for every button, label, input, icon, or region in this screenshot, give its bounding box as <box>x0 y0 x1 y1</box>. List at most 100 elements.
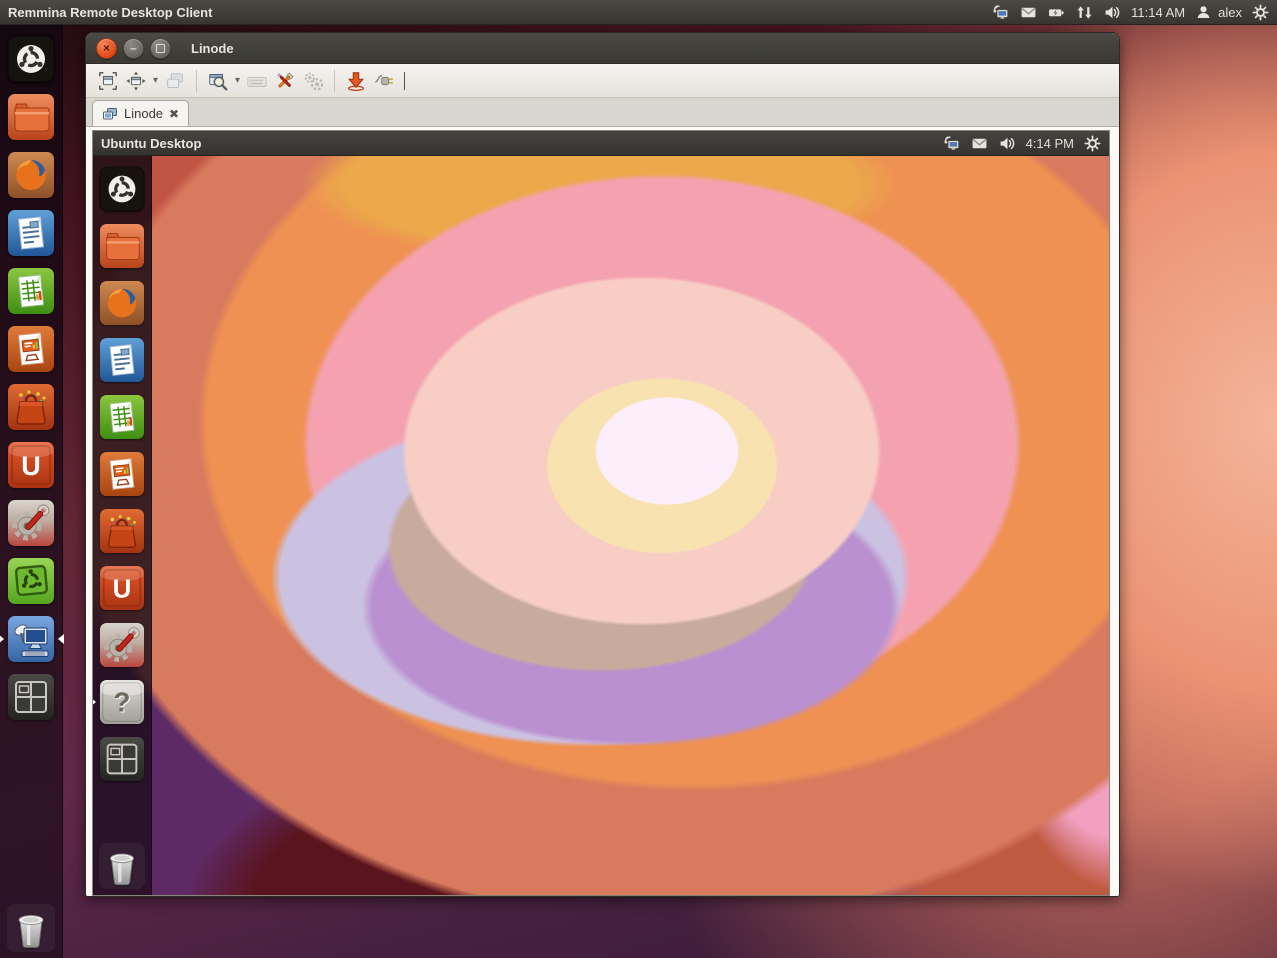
toolbar-caret <box>404 72 405 90</box>
system-tray <box>992 4 1121 21</box>
settings-icon <box>7 499 55 547</box>
titlebar[interactable]: × – Linode <box>86 33 1119 64</box>
workspace-icon <box>99 736 145 782</box>
trash-launcher-item[interactable] <box>99 843 145 889</box>
mail-icon[interactable] <box>971 135 988 152</box>
window-title: Linode <box>191 41 234 56</box>
uone-icon: U <box>99 565 145 611</box>
firefox-launcher-item[interactable] <box>7 151 55 199</box>
dash-icon <box>7 35 55 83</box>
toolbar-separator <box>334 70 335 92</box>
libreoffice-impress-launcher-item[interactable] <box>99 451 145 497</box>
remmina-icon <box>7 615 55 663</box>
libreoffice-writer-launcher-item[interactable] <box>7 209 55 257</box>
unknown-icon: ?? <box>99 679 145 725</box>
tab-linode[interactable]: Linode ✖ <box>92 100 189 126</box>
tools-button[interactable] <box>271 68 299 94</box>
software-icon <box>7 383 55 431</box>
workspace-icon <box>7 673 55 721</box>
running-indicator-left <box>0 634 4 644</box>
remote-wallpaper <box>93 155 1109 895</box>
remote-system-tray <box>943 135 1016 152</box>
session-gear-icon[interactable] <box>1252 4 1269 21</box>
mail-icon[interactable] <box>1020 4 1037 21</box>
remmina-window: × – Linode ▾▾ Linode ✖ Ubuntu Desktop <box>85 32 1120 897</box>
maximize-button[interactable] <box>150 38 171 59</box>
files-icon <box>99 223 145 269</box>
disconnect-button[interactable] <box>370 68 398 94</box>
trash-launcher-item[interactable] <box>7 904 55 952</box>
remote-panel: Ubuntu Desktop 4:14 PM <box>93 131 1109 156</box>
libreoffice-calc-launcher-item[interactable] <box>7 267 55 315</box>
top-panel: Remmina Remote Desktop Client 11:14 AM a… <box>0 0 1277 25</box>
remote-launcher: U?? <box>93 155 152 895</box>
toolbar-buttons: ▾▾ <box>94 68 398 94</box>
battery-icon[interactable] <box>1048 4 1065 21</box>
firefox-launcher-item[interactable] <box>99 280 145 326</box>
ubuntu-one-launcher-item[interactable]: U <box>7 441 55 489</box>
volume-icon[interactable] <box>999 135 1016 152</box>
duplicate-connection-button[interactable] <box>161 68 189 94</box>
tab-bar: Linode ✖ <box>86 98 1119 127</box>
preferences-button[interactable] <box>299 68 327 94</box>
files-icon <box>7 93 55 141</box>
svg-text:U: U <box>21 451 41 481</box>
running-indicator-right <box>58 634 64 644</box>
minimize-to-tray-button[interactable] <box>342 68 370 94</box>
impress-icon <box>99 451 145 497</box>
calc-icon <box>7 267 55 315</box>
libreoffice-impress-launcher-item[interactable] <box>7 325 55 373</box>
clock[interactable]: 11:14 AM <box>1131 5 1185 20</box>
cast-icon[interactable] <box>943 135 960 152</box>
system-settings-launcher-item[interactable] <box>7 499 55 547</box>
settings-icon <box>99 622 145 668</box>
fit-dropdown-caret[interactable]: ▾ <box>153 75 158 86</box>
libreoffice-writer-launcher-item[interactable] <box>99 337 145 383</box>
tab-monitor-icon <box>102 106 118 122</box>
writer-icon <box>99 337 145 383</box>
dash-home-launcher-item[interactable] <box>99 166 145 212</box>
trash-icon <box>7 904 55 952</box>
ubuntu-software-center-launcher-item[interactable] <box>7 383 55 431</box>
scaled-dropdown-caret[interactable]: ▾ <box>235 75 240 86</box>
unity-launcher: U <box>0 25 63 958</box>
calc-icon <box>99 394 145 440</box>
scaled-mode-button[interactable] <box>204 68 232 94</box>
dash-icon <box>99 166 145 212</box>
tab-label: Linode <box>124 106 163 121</box>
grab-keyboard-button[interactable] <box>243 68 271 94</box>
remote-clock[interactable]: 4:14 PM <box>1026 136 1074 151</box>
svg-text:?: ? <box>114 687 131 718</box>
user-icon <box>1195 4 1212 21</box>
dash-home-launcher-item[interactable] <box>7 35 55 83</box>
firefox-icon <box>7 151 55 199</box>
network-arrows-icon[interactable] <box>1076 4 1093 21</box>
workspace-switcher-launcher-item[interactable] <box>99 736 145 782</box>
files-launcher-item[interactable] <box>99 223 145 269</box>
trash-icon <box>99 843 145 889</box>
libreoffice-calc-launcher-item[interactable] <box>99 394 145 440</box>
maximize-icon <box>156 44 165 53</box>
fit-window-button[interactable] <box>122 68 150 94</box>
system-settings-launcher-item[interactable] <box>99 622 145 668</box>
ubuntu-one-launcher-item[interactable]: U <box>99 565 145 611</box>
files-launcher-item[interactable] <box>7 93 55 141</box>
fullscreen-button[interactable] <box>94 68 122 94</box>
cast-icon[interactable] <box>992 4 1009 21</box>
workspace-switcher-launcher-item[interactable] <box>7 673 55 721</box>
tab-close-icon[interactable]: ✖ <box>169 107 179 121</box>
software-icon <box>99 508 145 554</box>
landscape-launcher-item[interactable] <box>7 557 55 605</box>
ubuntu-software-center-launcher-item[interactable] <box>99 508 145 554</box>
minimize-button[interactable]: – <box>123 38 144 59</box>
impress-icon <box>7 325 55 373</box>
unknown-app-launcher-item[interactable]: ?? <box>99 679 145 725</box>
remote-session-gear-icon[interactable] <box>1084 135 1101 152</box>
remmina-launcher-item[interactable] <box>7 615 55 663</box>
remote-viewport[interactable]: Ubuntu Desktop 4:14 PM U?? <box>92 130 1110 896</box>
close-button[interactable]: × <box>96 38 117 59</box>
toolbar-separator <box>196 70 197 92</box>
writer-icon <box>7 209 55 257</box>
volume-icon[interactable] <box>1104 4 1121 21</box>
username[interactable]: alex <box>1218 5 1242 20</box>
